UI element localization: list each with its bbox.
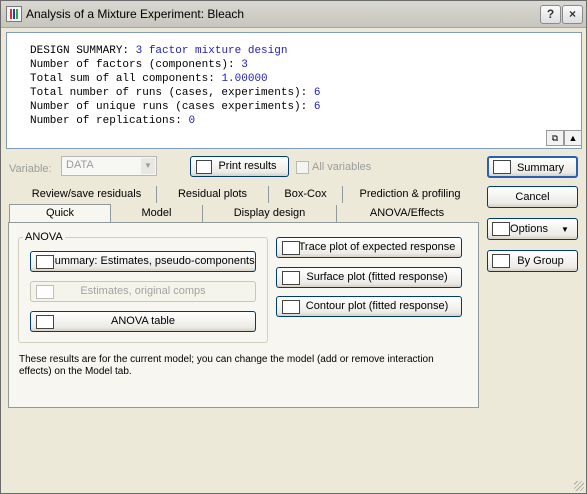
print-results-button[interactable]: Print results [190,156,289,177]
surface-plot-button[interactable]: Surface plot (fitted response) [276,267,462,288]
tab-anova-effects[interactable]: ANOVA/Effects [337,205,477,222]
collapse-arrow-icon[interactable]: ▲ [564,130,582,146]
chevron-down-icon: ▼ [141,158,155,174]
tab-prediction-profiling[interactable]: Prediction & profiling [343,186,477,203]
all-variables-label: All variables [312,161,372,173]
results-output-area[interactable]: DESIGN SUMMARY: 3 factor mixture design … [6,32,582,149]
chevron-down-icon: ▼ [561,225,569,234]
variable-value: DATA [66,159,94,171]
by-group-button[interactable]: By Group [487,250,578,272]
output-line: Number of factors (components): 3 [30,59,248,71]
cancel-button[interactable]: Cancel [487,186,578,208]
estimates-original-comps-button[interactable]: Estimates, original comps [30,281,256,302]
app-icon [6,6,22,22]
output-line: DESIGN SUMMARY: 3 factor mixture design [30,45,288,57]
anova-table-button[interactable]: ANOVA table [30,311,256,332]
by-group-icon [492,254,510,268]
output-line: Number of replications: 0 [30,115,196,127]
tab-display-design[interactable]: Display design [203,205,337,222]
surface-plot-icon [282,270,300,285]
options-button[interactable]: Options ▼ [487,218,578,240]
variable-label: Variable: [9,163,52,175]
close-button[interactable]: × [562,5,583,24]
output-line: Total sum of all components: 1.00000 [30,73,268,85]
output-line: Total number of runs (cases, experiments… [30,87,321,99]
tab-model[interactable]: Model [111,205,203,222]
tab-quick[interactable]: Quick [9,204,111,223]
trace-plot-icon [282,240,300,255]
tab-review-save-residuals[interactable]: Review/save residuals [17,186,157,203]
summary-estimates-button[interactable]: Summary: Estimates, pseudo-components [30,251,256,272]
help-button[interactable]: ? [540,5,561,24]
summary-icon [493,160,511,174]
dialog-window: Analysis of a Mixture Experiment: Bleach… [0,0,587,494]
copy-icon[interactable]: ⧉ [546,130,564,146]
summary-button[interactable]: Summary [487,156,578,178]
print-icon [196,159,212,174]
anova-group-title: ANOVA [23,231,65,243]
tab-box-cox[interactable]: Box-Cox [269,186,343,203]
options-icon [492,222,510,236]
output-line: Number of unique runs (cases experiments… [30,101,321,113]
model-note-text: These results are for the current model;… [19,354,434,377]
trace-plot-button[interactable]: Trace plot of expected response [276,237,462,258]
tab-residual-plots[interactable]: Residual plots [157,186,269,203]
table-icon [36,314,54,329]
all-variables-checkbox[interactable] [296,161,309,174]
contour-plot-icon [282,299,300,314]
resize-grip-icon[interactable] [574,481,584,491]
variable-combo[interactable]: DATA ▼ [61,156,157,176]
title-bar: Analysis of a Mixture Experiment: Bleach… [1,1,586,28]
table-icon [36,254,54,269]
window-title: Analysis of a Mixture Experiment: Bleach [26,7,245,21]
table-icon [36,284,54,299]
contour-plot-button[interactable]: Contour plot (fitted response) [276,296,462,317]
